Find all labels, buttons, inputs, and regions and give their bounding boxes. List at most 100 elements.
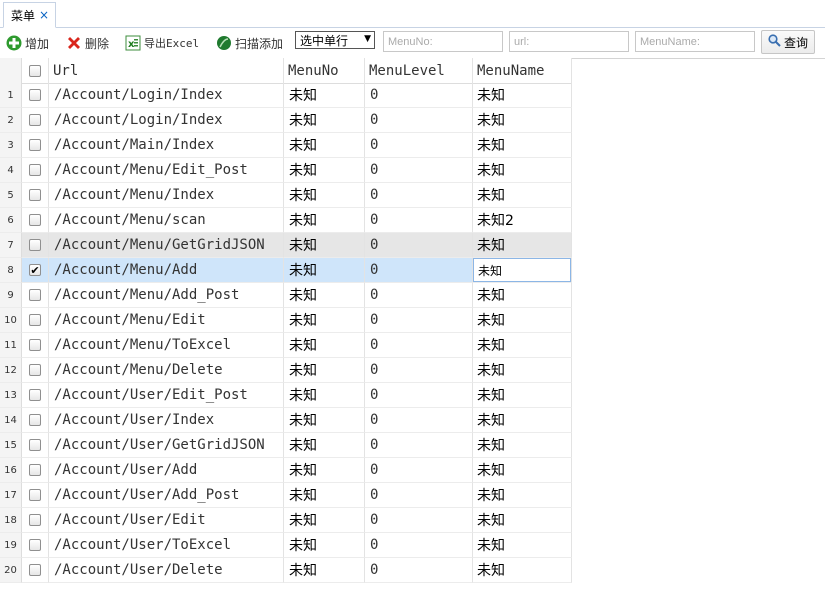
table-row[interactable]: 18/Account/User/Edit 未知 0 未知 — [0, 508, 572, 533]
row-select-cell[interactable] — [22, 408, 49, 433]
cell-menuno[interactable]: 未知 — [284, 83, 365, 108]
cell-menulevel[interactable]: 0 — [365, 108, 473, 133]
cell-menuno[interactable]: 未知 — [284, 108, 365, 133]
add-button[interactable]: 增加 — [6, 33, 49, 53]
table-row[interactable]: 13/Account/User/Edit_Post 未知 0 未知 — [0, 383, 572, 408]
row-checkbox[interactable]: ✔ — [29, 264, 41, 276]
cell-menulevel[interactable]: 0 — [365, 183, 473, 208]
cell-url[interactable]: /Account/User/Edit — [49, 508, 284, 533]
cell-menuno[interactable]: 未知 — [284, 158, 365, 183]
cell-url[interactable]: /Account/Login/Index — [49, 108, 284, 133]
cell-menuno[interactable]: 未知 — [284, 558, 365, 583]
cell-menuname[interactable]: 未知 — [473, 558, 572, 583]
row-checkbox[interactable] — [29, 539, 41, 551]
header-menuname[interactable]: MenuName — [473, 58, 572, 83]
row-checkbox[interactable] — [29, 189, 41, 201]
cell-menuname[interactable]: 未知 — [473, 183, 572, 208]
cell-menuname[interactable]: 未知 — [473, 308, 572, 333]
cell-url[interactable]: /Account/Menu/Edit — [49, 308, 284, 333]
cell-menulevel[interactable]: 0 — [365, 483, 473, 508]
cell-menulevel[interactable]: 0 — [365, 458, 473, 483]
cell-menulevel[interactable]: 0 — [365, 158, 473, 183]
cell-url[interactable]: /Account/Menu/Index — [49, 183, 284, 208]
cell-url[interactable]: /Account/Login/Index — [49, 83, 284, 108]
cell-menulevel[interactable]: 0 — [365, 83, 473, 108]
table-row[interactable]: 11/Account/Menu/ToExcel 未知 0 未知 — [0, 333, 572, 358]
row-checkbox[interactable] — [29, 114, 41, 126]
table-row[interactable]: 4/Account/Menu/Edit_Post 未知 0 未知 — [0, 158, 572, 183]
row-checkbox[interactable] — [29, 389, 41, 401]
row-checkbox[interactable] — [29, 414, 41, 426]
row-select-cell[interactable] — [22, 433, 49, 458]
cell-menuno[interactable]: 未知 — [284, 133, 365, 158]
cell-menulevel[interactable]: 0 — [365, 308, 473, 333]
cell-menuname[interactable]: 未知 — [473, 358, 572, 383]
row-checkbox[interactable] — [29, 139, 41, 151]
cell-menuno[interactable]: 未知 — [284, 383, 365, 408]
cell-url[interactable]: /Account/Menu/Add_Post — [49, 283, 284, 308]
row-select-cell[interactable] — [22, 83, 49, 108]
cell-menuno[interactable]: 未知 — [284, 283, 365, 308]
cell-menulevel[interactable]: 0 — [365, 283, 473, 308]
cell-url[interactable]: /Account/Menu/GetGridJSON — [49, 233, 284, 258]
cell-menulevel[interactable]: 0 — [365, 358, 473, 383]
cell-menuno[interactable]: 未知 — [284, 233, 365, 258]
cell-url[interactable]: /Account/User/Delete — [49, 558, 284, 583]
cell-menulevel[interactable]: 0 — [365, 533, 473, 558]
row-checkbox[interactable] — [29, 214, 41, 226]
cell-menuname[interactable]: 未知 — [473, 158, 572, 183]
header-menulevel[interactable]: MenuLevel — [365, 58, 473, 83]
delete-button[interactable]: 删除 — [66, 33, 109, 53]
cell-menuno[interactable]: 未知 — [284, 508, 365, 533]
cell-menuname[interactable]: 未知 — [473, 133, 572, 158]
menuname-input[interactable] — [635, 31, 755, 52]
row-checkbox[interactable] — [29, 339, 41, 351]
cell-url[interactable]: /Account/Menu/ToExcel — [49, 333, 284, 358]
cell-menuname[interactable]: 未知 — [473, 433, 572, 458]
cell-menulevel[interactable]: 0 — [365, 383, 473, 408]
row-select-cell[interactable] — [22, 158, 49, 183]
cell-menuname[interactable]: 未知 — [473, 508, 572, 533]
tab-menu[interactable]: 菜单 × — [3, 2, 57, 28]
table-row[interactable]: 20/Account/User/Delete 未知 0 未知 — [0, 558, 572, 583]
cell-url[interactable]: /Account/User/ToExcel — [49, 533, 284, 558]
row-checkbox[interactable] — [29, 564, 41, 576]
row-select-cell[interactable] — [22, 383, 49, 408]
cell-menulevel[interactable]: 0 — [365, 558, 473, 583]
row-select-cell[interactable] — [22, 108, 49, 133]
row-select-cell[interactable] — [22, 133, 49, 158]
scan-add-button[interactable]: 扫描添加 — [216, 33, 283, 53]
cell-menuno[interactable]: 未知 — [284, 308, 365, 333]
table-row[interactable]: 17/Account/User/Add_Post 未知 0 未知 — [0, 483, 572, 508]
cell-url[interactable]: /Account/Menu/Delete — [49, 358, 284, 383]
row-select-cell[interactable] — [22, 458, 49, 483]
select-mode-dropdown[interactable]: 选中单行 ▼ — [295, 31, 375, 49]
row-checkbox[interactable] — [29, 314, 41, 326]
cell-menuno[interactable]: 未知 — [284, 258, 365, 283]
table-row[interactable]: 12/Account/Menu/Delete 未知 0 未知 — [0, 358, 572, 383]
query-button[interactable]: 查询 — [761, 30, 815, 54]
cell-menulevel[interactable]: 0 — [365, 408, 473, 433]
cell-menulevel[interactable]: 0 — [365, 233, 473, 258]
cell-menulevel[interactable]: 0 — [365, 133, 473, 158]
cell-url[interactable]: /Account/Menu/Edit_Post — [49, 158, 284, 183]
row-checkbox[interactable] — [29, 364, 41, 376]
cell-menuno[interactable]: 未知 — [284, 183, 365, 208]
table-row[interactable]: 16/Account/User/Add 未知 0 未知 — [0, 458, 572, 483]
cell-url[interactable]: /Account/User/Edit_Post — [49, 383, 284, 408]
table-row[interactable]: 15/Account/User/GetGridJSON 未知 0 未知 — [0, 433, 572, 458]
row-select-cell[interactable] — [22, 333, 49, 358]
row-select-cell[interactable] — [22, 558, 49, 583]
header-url[interactable]: Url — [49, 58, 284, 83]
cell-menuno[interactable]: 未知 — [284, 208, 365, 233]
cell-url[interactable]: /Account/User/Index — [49, 408, 284, 433]
table-row[interactable]: 7/Account/Menu/GetGridJSON 未知 0 未知 — [0, 233, 572, 258]
row-checkbox[interactable] — [29, 289, 41, 301]
cell-menuno[interactable]: 未知 — [284, 333, 365, 358]
row-select-cell[interactable]: ✔ — [22, 258, 49, 283]
row-select-cell[interactable] — [22, 483, 49, 508]
cell-menulevel[interactable]: 0 — [365, 258, 473, 283]
cell-menuname[interactable]: 未知 — [473, 333, 572, 358]
cell-menulevel[interactable]: 0 — [365, 508, 473, 533]
cell-url[interactable]: /Account/User/Add_Post — [49, 483, 284, 508]
